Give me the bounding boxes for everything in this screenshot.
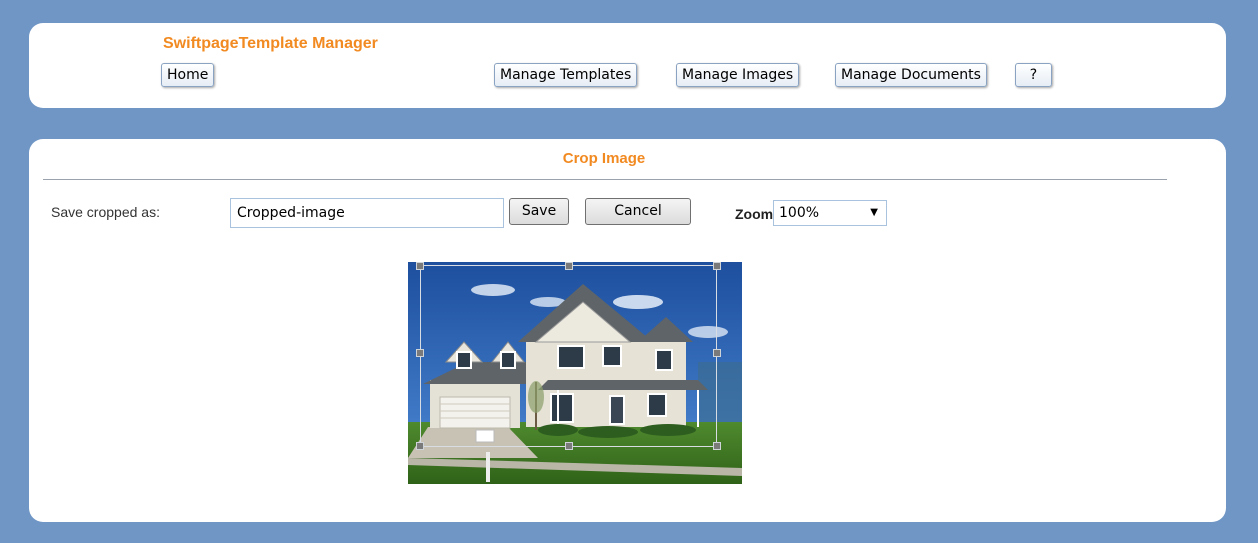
crop-selection[interactable] (420, 265, 717, 447)
cancel-button[interactable]: Cancel (585, 198, 691, 225)
house-photo (408, 262, 742, 484)
zoom-label: Zoom: (735, 206, 778, 222)
manage-documents-button[interactable]: Manage Documents (835, 63, 987, 87)
crop-panel: Crop Image Save cropped as: Save Cancel … (29, 139, 1226, 522)
crop-handle-top-left[interactable] (416, 262, 424, 270)
app-title: SwiftpageTemplate Manager (163, 35, 378, 52)
crop-handle-bottom-left[interactable] (416, 442, 424, 450)
crop-handle-left[interactable] (416, 349, 424, 357)
chevron-down-icon: ▼ (870, 207, 878, 218)
zoom-select[interactable]: 100% ▼ (773, 200, 887, 226)
filename-input[interactable] (230, 198, 504, 228)
zoom-value: 100% (779, 205, 820, 221)
crop-handle-top-right[interactable] (713, 262, 721, 270)
title-divider (43, 179, 1167, 180)
header-panel: SwiftpageTemplate Manager Home Manage Te… (29, 23, 1226, 108)
crop-handle-bottom[interactable] (565, 442, 573, 450)
crop-handle-bottom-right[interactable] (713, 442, 721, 450)
save-button[interactable]: Save (509, 198, 569, 225)
manage-images-button[interactable]: Manage Images (676, 63, 800, 87)
manage-templates-button[interactable]: Manage Templates (494, 63, 638, 87)
home-button[interactable]: Home (161, 63, 215, 87)
page-title: Crop Image (562, 150, 646, 167)
crop-handle-top[interactable] (565, 262, 573, 270)
crop-handle-right[interactable] (713, 349, 721, 357)
save-as-label: Save cropped as: (51, 204, 160, 220)
help-button[interactable]: ? (1015, 63, 1052, 87)
